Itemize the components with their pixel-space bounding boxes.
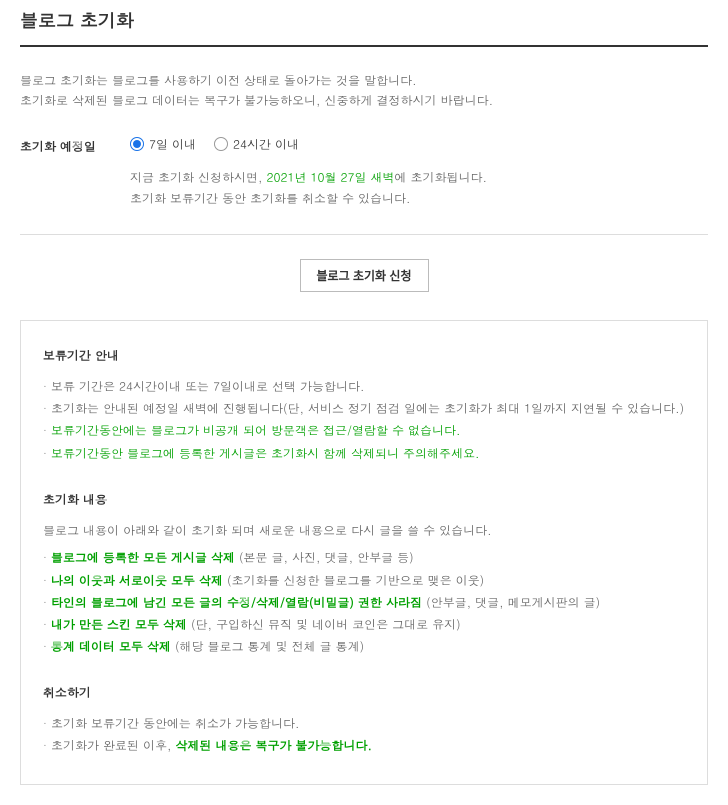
section-hold: 보류기간 안내 보류 기간은 24시간이내 또는 7일이내로 선택 가능합니다.…: [43, 347, 685, 465]
section-content-title: 초기화 내용: [43, 491, 685, 508]
list-item: 보류 기간은 24시간이내 또는 7일이내로 선택 가능합니다.: [43, 376, 685, 398]
section-content: 초기화 내용 블로그 내용이 아래와 같이 초기화 되며 새로운 내용으로 다시…: [43, 491, 685, 659]
list-item: 보류기간동안에는 블로그가 비공개 되어 방문객은 접근/열람할 수 없습니다.: [43, 420, 685, 442]
page-title: 블로그 초기화: [20, 8, 708, 47]
schedule-row: 초기화 예정일 7일 이내 24시간 이내 지금 초기화 신청하시면, 2021…: [20, 136, 708, 235]
hold-list: 보류 기간은 24시간이내 또는 7일이내로 선택 가능합니다. 초기화는 안내…: [43, 376, 685, 465]
list-item: 보류기간동안 블로그에 등록한 게시글은 초기화시 함께 삭제되니 주의해주세요…: [43, 443, 685, 465]
section-cancel-title: 취소하기: [43, 684, 685, 701]
action-row: 블로그 초기화 신청: [20, 259, 708, 292]
radio-icon: [130, 137, 144, 151]
cancel-list: 초기화 보류기간 동안에는 취소가 가능합니다. 초기화가 완료된 이후, 삭제…: [43, 713, 685, 757]
radio-7days[interactable]: 7일 이내: [130, 136, 196, 153]
radio-icon: [214, 137, 228, 151]
list-item: 타인의 블로그에 남긴 모든 글의 수정/삭제/열람(비밀글) 권한 사라짐 (…: [43, 592, 685, 614]
section-hold-title: 보류기간 안내: [43, 347, 685, 364]
list-item: 통계 데이터 모두 삭제 (해당 블로그 통계 및 전체 글 통계): [43, 636, 685, 658]
content-desc: 블로그 내용이 아래와 같이 초기화 되며 새로운 내용으로 다시 글을 쓸 수…: [43, 520, 685, 542]
radio-7days-label: 7일 이내: [149, 136, 196, 153]
list-item: 초기화 보류기간 동안에는 취소가 가능합니다.: [43, 713, 685, 735]
intro-line2: 초기화로 삭제된 블로그 데이터는 복구가 불가능하오니, 신중하게 결정하시기…: [20, 91, 708, 111]
list-item: 내가 만든 스킨 모두 삭제 (단, 구입하신 뮤직 및 네이버 코인은 그대로…: [43, 614, 685, 636]
radio-24hours-label: 24시간 이내: [233, 136, 299, 153]
notice-suffix: 에 초기화됩니다.: [395, 169, 488, 186]
intro-text: 블로그 초기화는 블로그를 사용하기 이전 상태로 돌아가는 것을 말합니다. …: [20, 71, 708, 112]
content-list: 블로그에 등록한 모든 게시글 삭제 (본문 글, 사진, 댓글, 안부글 등)…: [43, 547, 685, 658]
schedule-notice: 지금 초기화 신청하시면, 2021년 10월 27일 새벽에 초기화됩니다. …: [130, 167, 708, 210]
list-item: 블로그에 등록한 모든 게시글 삭제 (본문 글, 사진, 댓글, 안부글 등): [43, 547, 685, 569]
notice-prefix: 지금 초기화 신청하시면,: [130, 169, 267, 186]
radio-24hours[interactable]: 24시간 이내: [214, 136, 299, 153]
radio-group: 7일 이내 24시간 이내: [130, 136, 708, 153]
reset-request-button[interactable]: 블로그 초기화 신청: [300, 259, 429, 292]
list-item: 초기화는 안내된 예정일 새벽에 진행됩니다(단, 서비스 정기 점검 일에는 …: [43, 398, 685, 420]
notice-line2: 초기화 보류기간 동안 초기화를 취소할 수 있습니다.: [130, 188, 708, 210]
list-item: 초기화가 완료된 이후, 삭제된 내용은 복구가 불가능합니다.: [43, 735, 685, 757]
list-item: 나의 이웃과 서로이웃 모두 삭제 (초기화를 신청한 블로그를 기반으로 맺은…: [43, 570, 685, 592]
schedule-label: 초기화 예정일: [20, 136, 130, 155]
section-cancel: 취소하기 초기화 보류기간 동안에는 취소가 가능합니다. 초기화가 완료된 이…: [43, 684, 685, 757]
info-box: 보류기간 안내 보류 기간은 24시간이내 또는 7일이내로 선택 가능합니다.…: [20, 320, 708, 785]
notice-date: 2021년 10월 27일 새벽: [267, 169, 395, 186]
schedule-content: 7일 이내 24시간 이내 지금 초기화 신청하시면, 2021년 10월 27…: [130, 136, 708, 210]
intro-line1: 블로그 초기화는 블로그를 사용하기 이전 상태로 돌아가는 것을 말합니다.: [20, 71, 708, 91]
